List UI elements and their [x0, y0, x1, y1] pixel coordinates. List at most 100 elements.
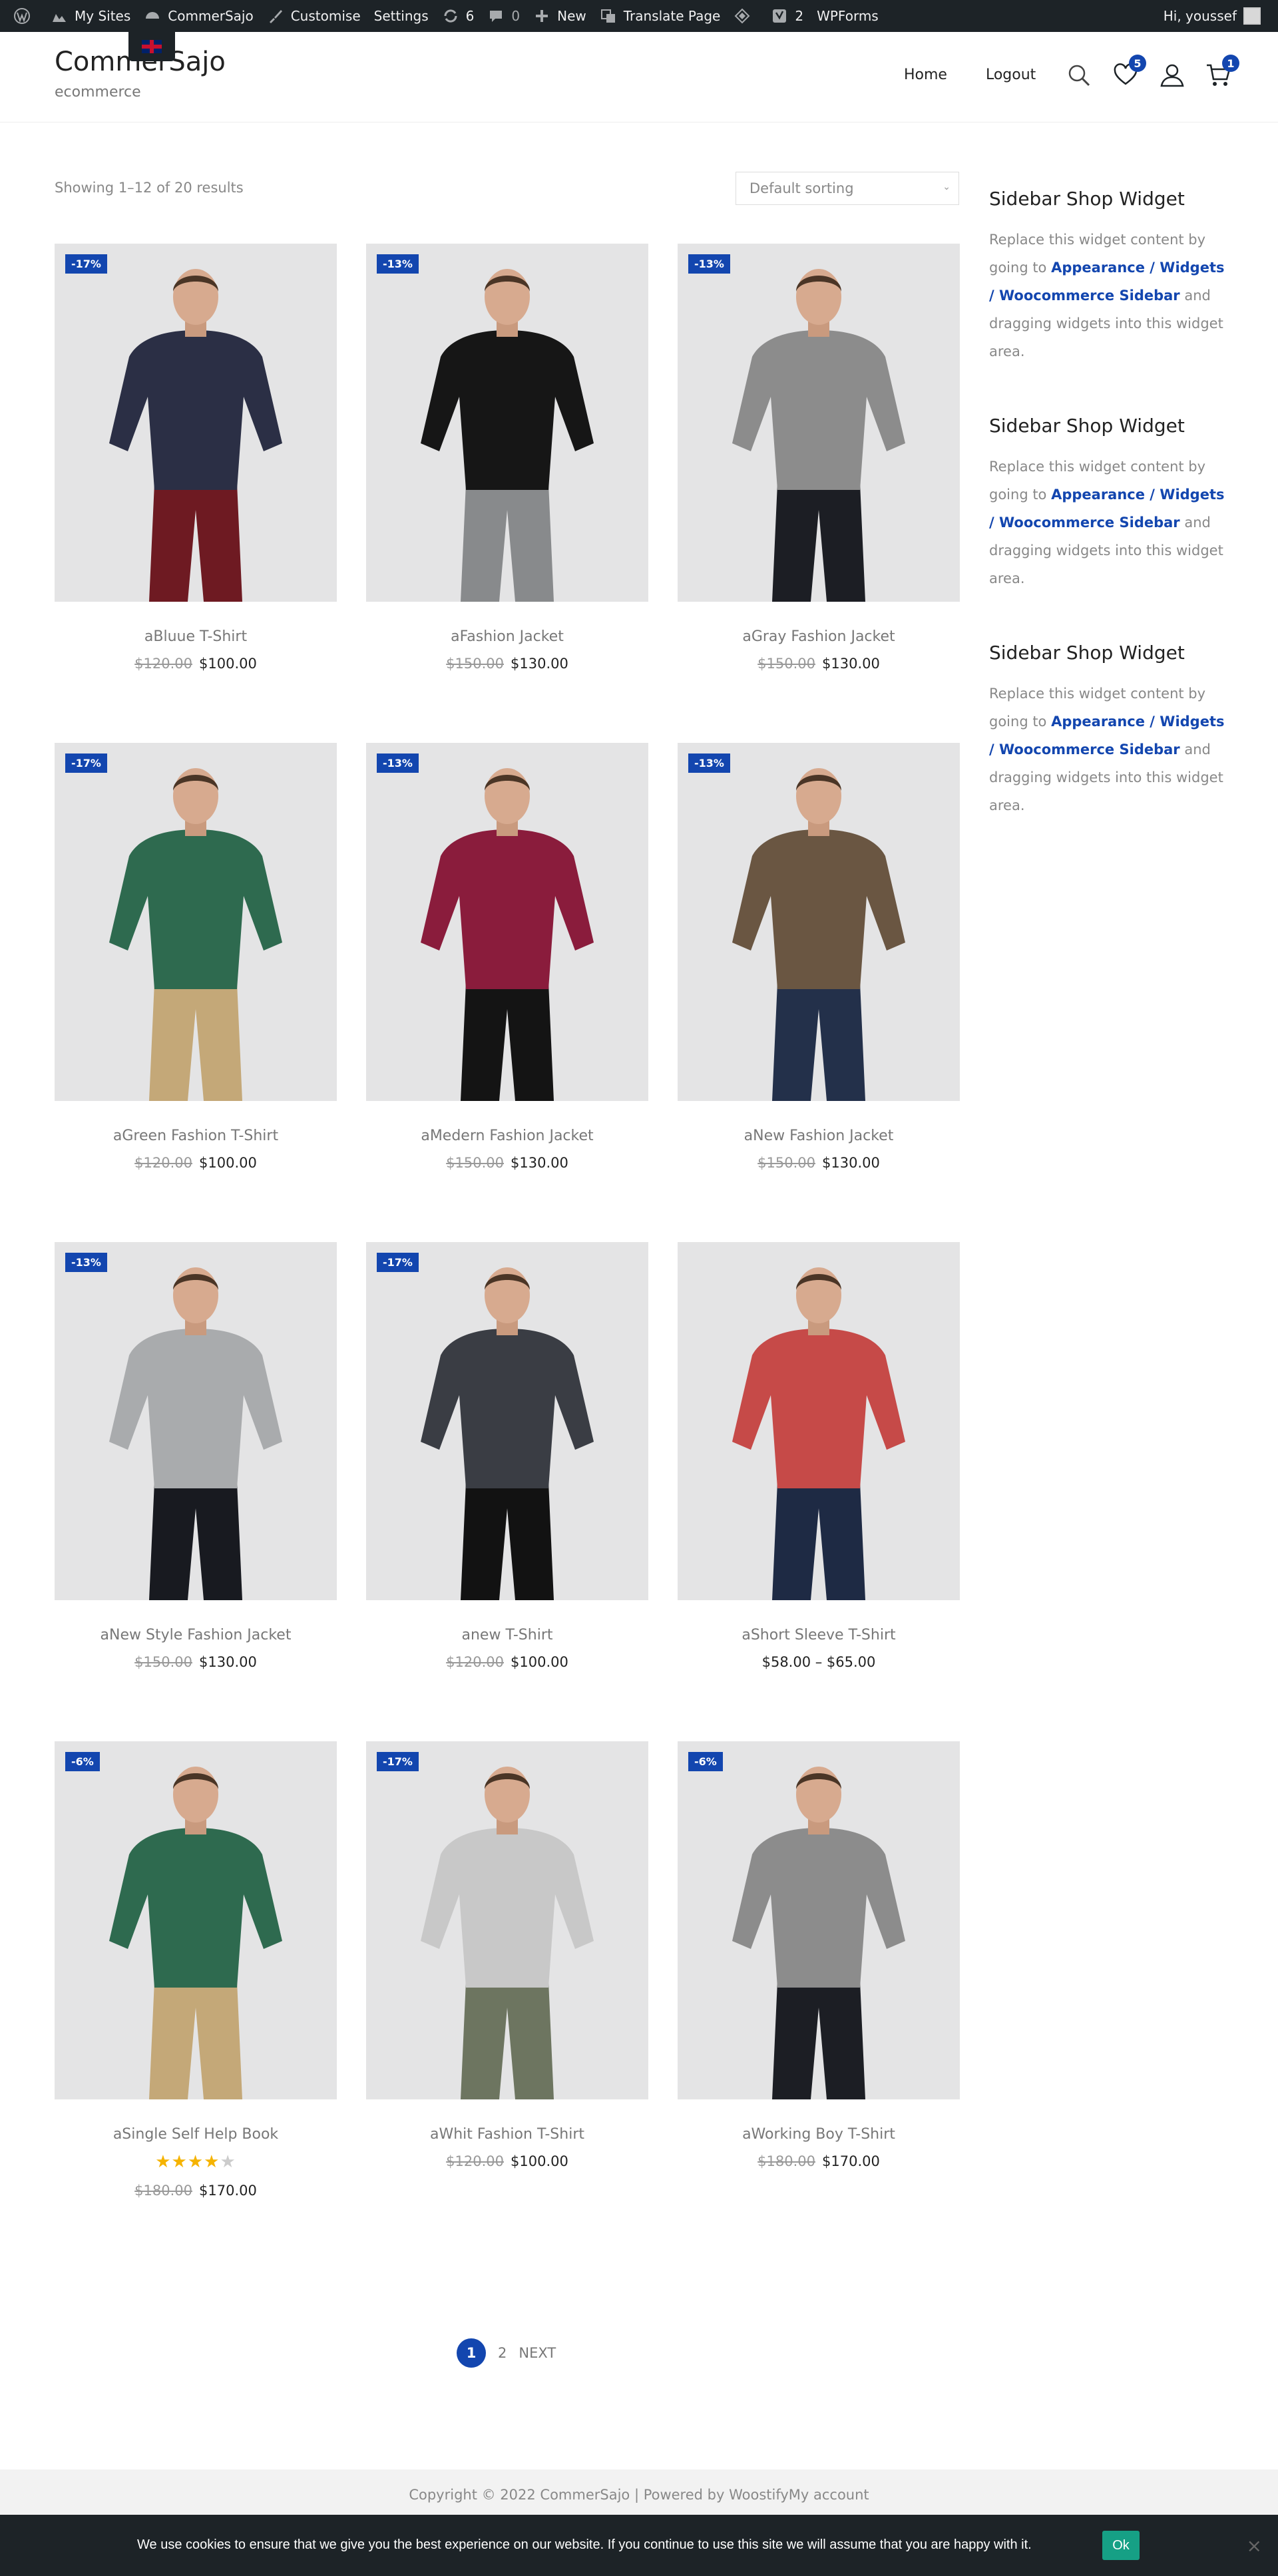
regular-price: $150.00 [446, 656, 504, 672]
plus-icon [533, 7, 550, 25]
product-title[interactable]: aSingle Self Help Book [55, 2126, 337, 2143]
sale-price: $170.00 [822, 2153, 880, 2169]
brush-icon [267, 7, 284, 25]
site-footer: Copyright © 2022 CommerSajo | Powered by… [0, 2469, 1278, 2520]
product-title[interactable]: aNew Style Fashion Jacket [55, 1627, 337, 1643]
widget-title: Sidebar Shop Widget [989, 415, 1185, 437]
chevron-down-icon: ⌄ [943, 182, 951, 192]
sale-badge: -17% [65, 254, 107, 274]
close-icon[interactable]: × [1247, 2535, 1262, 2557]
sale-badge: -13% [688, 254, 730, 274]
product-price: $58.00 – $65.00 [678, 1654, 960, 1670]
product-title[interactable]: aGray Fashion Jacket [678, 628, 960, 645]
product-image[interactable]: -17% [366, 1242, 648, 1600]
product-price: $120.00 $100.00 [55, 656, 337, 672]
comment-icon [487, 7, 505, 25]
product-card[interactable]: -13% aGray Fashion Jacket $150.00 $130.00 [678, 244, 960, 672]
language-switcher[interactable] [128, 32, 175, 61]
product-title[interactable]: anew T-Shirt [366, 1627, 648, 1643]
widget-text: Replace this widget content by going to … [989, 680, 1229, 819]
updates-count: 6 [465, 8, 475, 24]
result-count: Showing 1–12 of 20 results [55, 180, 244, 196]
product-price: $150.00 $130.00 [678, 656, 960, 672]
product-card[interactable]: aShort Sleeve T-Shirt $58.00 – $65.00 [678, 1242, 960, 1670]
sale-price: $130.00 [511, 656, 568, 672]
my-sites-menu[interactable]: My Sites [44, 0, 137, 32]
sale-badge: -17% [377, 1253, 419, 1272]
product-image[interactable]: -13% [678, 244, 960, 602]
product-image[interactable]: -17% [55, 743, 337, 1101]
sale-price: $100.00 [511, 2153, 568, 2169]
product-card[interactable]: -17% aBluue T-Shirt $120.00 $100.00 [55, 244, 337, 672]
search-icon[interactable] [1065, 61, 1093, 89]
comments-count: 0 [511, 8, 521, 24]
page-current: 1 [457, 2338, 486, 2368]
product-card[interactable]: -17% aGreen Fashion T-Shirt $120.00 $100.00 [55, 743, 337, 1171]
product-image[interactable]: -6% [678, 1741, 960, 2099]
product-image[interactable]: -13% [366, 244, 648, 602]
product-image[interactable]: -13% [678, 743, 960, 1101]
page-2-link[interactable]: 2 [498, 2345, 507, 2361]
sorting-value: Default sorting [749, 180, 854, 196]
yoast-icon [771, 7, 788, 25]
sale-price: $130.00 [822, 1155, 880, 1171]
star-icon: ★ [155, 2152, 172, 2172]
sorting-select[interactable]: Default sorting ⌄ [736, 172, 959, 205]
cart-icon[interactable]: 1 [1205, 55, 1239, 89]
product-card[interactable]: -17% anew T-Shirt $120.00 $100.00 [366, 1242, 648, 1670]
cookie-accept-button[interactable]: Ok [1102, 2531, 1140, 2560]
product-price: $150.00 $130.00 [678, 1155, 960, 1171]
widget-title: Sidebar Shop Widget [989, 188, 1185, 210]
widget-text: Replace this widget content by going to … [989, 226, 1229, 365]
sale-price: $100.00 [199, 1155, 257, 1171]
wpml-menu[interactable] [727, 0, 764, 32]
product-image[interactable]: -17% [366, 1741, 648, 2099]
product-card[interactable]: -17% aWhit Fashion T-Shirt $120.00 $100.00 [366, 1741, 648, 2169]
translate-icon [600, 7, 617, 25]
wp-logo-menu[interactable] [7, 0, 44, 32]
product-image[interactable]: -13% [366, 743, 648, 1101]
product-card[interactable]: -6% aWorking Boy T-Shirt $180.00 $170.00 [678, 1741, 960, 2169]
customise-menu[interactable]: Customise [260, 0, 367, 32]
comments-menu[interactable]: 0 [481, 0, 527, 32]
regular-price: $120.00 [134, 656, 192, 672]
pagination: 1 2 NEXT [457, 2338, 556, 2368]
product-title[interactable]: aBluue T-Shirt [55, 628, 337, 645]
nav-home[interactable]: Home [904, 67, 947, 83]
wordpress-icon [13, 7, 31, 25]
product-card[interactable]: -6% aSingle Self Help Book ★★★★★ $180.00 $17… [55, 1741, 337, 2199]
product-card[interactable]: -13% aNew Style Fashion Jacket $150.00 $130… [55, 1242, 337, 1670]
product-title[interactable]: aWhit Fashion T-Shirt [366, 2126, 648, 2143]
product-title[interactable]: aNew Fashion Jacket [678, 1128, 960, 1144]
new-content-menu[interactable]: New [527, 0, 593, 32]
product-title[interactable]: aFashion Jacket [366, 628, 648, 645]
yoast-menu[interactable]: 2 [764, 0, 810, 32]
product-card[interactable]: -13% aMedern Fashion Jacket $150.00 $130.00 [366, 743, 648, 1171]
wpforms-menu[interactable]: WPForms [810, 0, 885, 32]
product-title[interactable]: aWorking Boy T-Shirt [678, 2126, 960, 2143]
product-image[interactable] [678, 1242, 960, 1600]
site-name-menu[interactable]: CommerSajo [137, 0, 260, 32]
star-icon: ★ [171, 2152, 188, 2172]
settings-menu[interactable]: Settings [367, 0, 435, 32]
product-card[interactable]: -13% aNew Fashion Jacket $150.00 $130.00 [678, 743, 960, 1171]
nav-logout[interactable]: Logout [986, 67, 1036, 83]
product-image[interactable]: -17% [55, 244, 337, 602]
user-account-icon[interactable] [1158, 61, 1186, 89]
product-title[interactable]: aGreen Fashion T-Shirt [55, 1128, 337, 1144]
updates-menu[interactable]: 6 [435, 0, 481, 32]
product-image[interactable]: -6% [55, 1741, 337, 2099]
product-title[interactable]: aMedern Fashion Jacket [366, 1128, 648, 1144]
product-title[interactable]: aShort Sleeve T-Shirt [678, 1627, 960, 1643]
header-icons: 5 1 [1065, 55, 1239, 89]
product-image[interactable]: -13% [55, 1242, 337, 1600]
product-card[interactable]: -13% aFashion Jacket $150.00 $130.00 [366, 244, 648, 672]
account-menu[interactable]: Hi, youssef [1164, 0, 1261, 32]
star-icon: ★ [220, 2152, 236, 2172]
next-page-link[interactable]: NEXT [519, 2345, 556, 2361]
product-price: $180.00 $170.00 [678, 2153, 960, 2169]
wishlist-heart-icon[interactable]: 5 [1112, 55, 1146, 89]
product-price: $150.00 $130.00 [366, 1155, 648, 1171]
uk-flag-icon [142, 40, 162, 53]
translate-menu[interactable]: Translate Page [593, 0, 728, 32]
